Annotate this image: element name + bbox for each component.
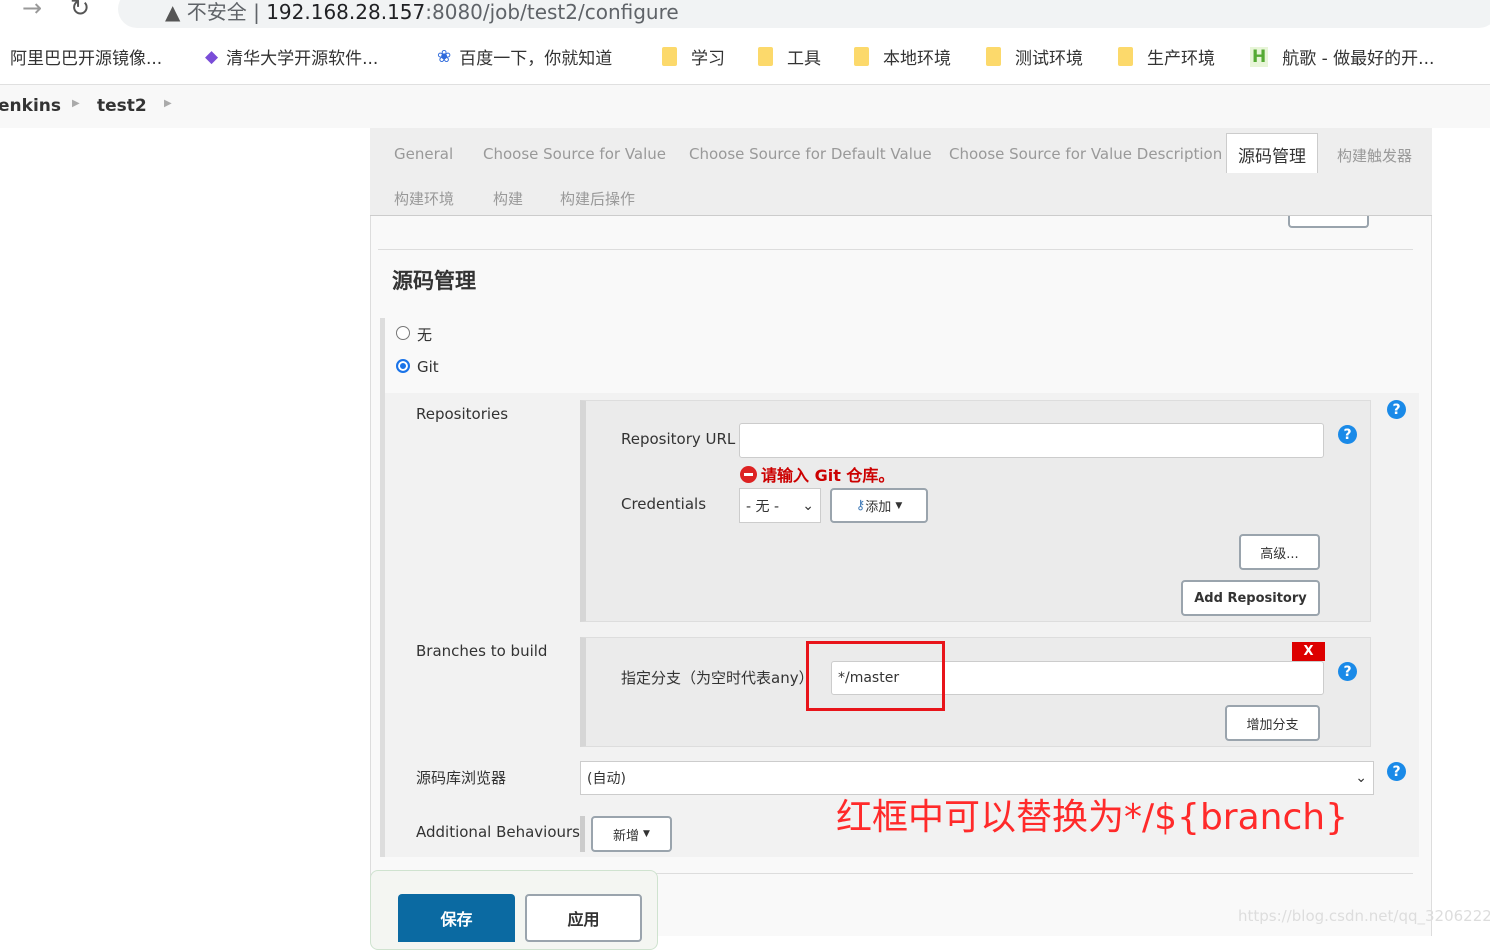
tab-triggers[interactable]: 构建触发器: [1337, 145, 1412, 166]
credentials-select[interactable]: - 无 - ⌄: [739, 488, 821, 523]
breadcrumb-bar: [0, 84, 1490, 128]
bookmark-hangge[interactable]: H 航歌 - 做最好的开...: [1250, 44, 1434, 69]
url-host: 192.168.28.157: [266, 0, 426, 24]
add-repository-button[interactable]: Add Repository: [1181, 580, 1320, 616]
section-title: 源码管理: [392, 269, 476, 293]
radio-git[interactable]: [396, 359, 410, 373]
hangge-icon: H: [1250, 46, 1269, 67]
hidden-button-edge[interactable]: [1288, 216, 1369, 228]
bookmark-aliyun[interactable]: 阿里巴巴开源镜像...: [10, 44, 162, 69]
security-label: 不安全: [186, 0, 247, 24]
url-text[interactable]: ▲ 不安全 | 192.168.28.157:8080/job/test2/co…: [165, 0, 679, 25]
folder-icon: [662, 47, 677, 66]
reload-icon[interactable]: ↻: [70, 0, 90, 22]
add-behaviour-button[interactable]: 新增 ▼: [591, 816, 672, 852]
tab-choose-source-value[interactable]: Choose Source for Value: [483, 145, 666, 163]
bookmark-local[interactable]: 本地环境: [854, 44, 951, 69]
radio-git-label: Git: [417, 358, 439, 376]
folder-icon: [1118, 47, 1133, 66]
help-icon[interactable]: ?: [1338, 662, 1357, 681]
chevron-right-icon[interactable]: ▶: [164, 98, 172, 109]
option-bar: [380, 318, 385, 398]
tab-choose-source-default[interactable]: Choose Source for Default Value: [689, 145, 932, 163]
advanced-button[interactable]: 高级...: [1239, 534, 1320, 570]
error-icon: [740, 465, 757, 483]
add-branch-button[interactable]: 增加分支: [1225, 705, 1320, 741]
folder-icon: [854, 47, 869, 66]
baidu-paw-icon: ❀: [437, 46, 452, 67]
annotation-text: 红框中可以替换为*/${branch}: [836, 797, 1348, 838]
tsinghua-icon: ◆: [205, 46, 219, 67]
tab-post-build[interactable]: 构建后操作: [560, 188, 635, 209]
save-button[interactable]: 保存: [398, 894, 515, 942]
add-credentials-button[interactable]: ⚷ 添加 ▼: [830, 488, 928, 523]
breadcrumb-jenkins[interactable]: enkins: [0, 96, 61, 116]
tab-scm[interactable]: 源码管理: [1226, 133, 1318, 173]
credentials-label: Credentials: [621, 495, 707, 513]
help-icon[interactable]: ?: [1338, 425, 1357, 444]
bookmark-tools[interactable]: 工具: [758, 44, 821, 69]
url-path: :8080/job/test2/configure: [425, 0, 679, 24]
branches-label: Branches to build: [416, 642, 548, 660]
tab-choose-source-desc[interactable]: Choose Source for Value Description: [949, 145, 1222, 163]
help-icon[interactable]: ?: [1387, 762, 1406, 781]
delete-branch-button[interactable]: X: [1292, 642, 1325, 661]
bookmark-prod[interactable]: 生产环境: [1118, 44, 1215, 69]
tab-general[interactable]: General: [394, 145, 453, 163]
repo-url-error: 请输入 Git 仓库。: [740, 462, 894, 486]
chevron-right-icon: ▶: [72, 98, 80, 109]
help-icon[interactable]: ?: [1387, 400, 1406, 419]
branch-spec-label: 指定分支（为空时代表any）: [621, 669, 814, 687]
bookmark-tsinghua[interactable]: ◆ 清华大学开源软件...: [205, 44, 378, 70]
repo-url-input[interactable]: [739, 423, 1324, 458]
tab-build[interactable]: 构建: [493, 188, 523, 209]
breadcrumb-test2[interactable]: test2: [97, 96, 147, 116]
apply-button[interactable]: 应用: [525, 894, 642, 942]
folder-icon: [758, 47, 773, 66]
radio-none-label: 无: [417, 326, 433, 344]
chevron-down-icon: ⌄: [1355, 770, 1367, 786]
forward-icon[interactable]: →: [22, 0, 42, 22]
radio-none[interactable]: [396, 326, 410, 340]
behaviours-label: Additional Behaviours: [416, 823, 580, 841]
watermark: https://blog.csdn.net/qq_32062221: [1238, 907, 1490, 925]
highlight-box: [806, 641, 945, 711]
repo-url-label: Repository URL: [621, 430, 736, 448]
repo-browser-label: 源码库浏览器: [416, 769, 507, 787]
chevron-down-icon: ⌄: [802, 497, 814, 514]
bookmark-test[interactable]: 测试环境: [986, 44, 1083, 69]
divider: [378, 249, 1413, 250]
divider: [580, 816, 585, 852]
folder-icon: [986, 47, 1001, 66]
tab-build-env[interactable]: 构建环境: [394, 188, 454, 209]
bookmark-baidu[interactable]: ❀ 百度一下，你就知道: [437, 44, 612, 70]
key-icon: ⚷: [855, 498, 866, 513]
bookmark-study[interactable]: 学习: [662, 44, 725, 69]
repositories-label: Repositories: [416, 405, 509, 423]
